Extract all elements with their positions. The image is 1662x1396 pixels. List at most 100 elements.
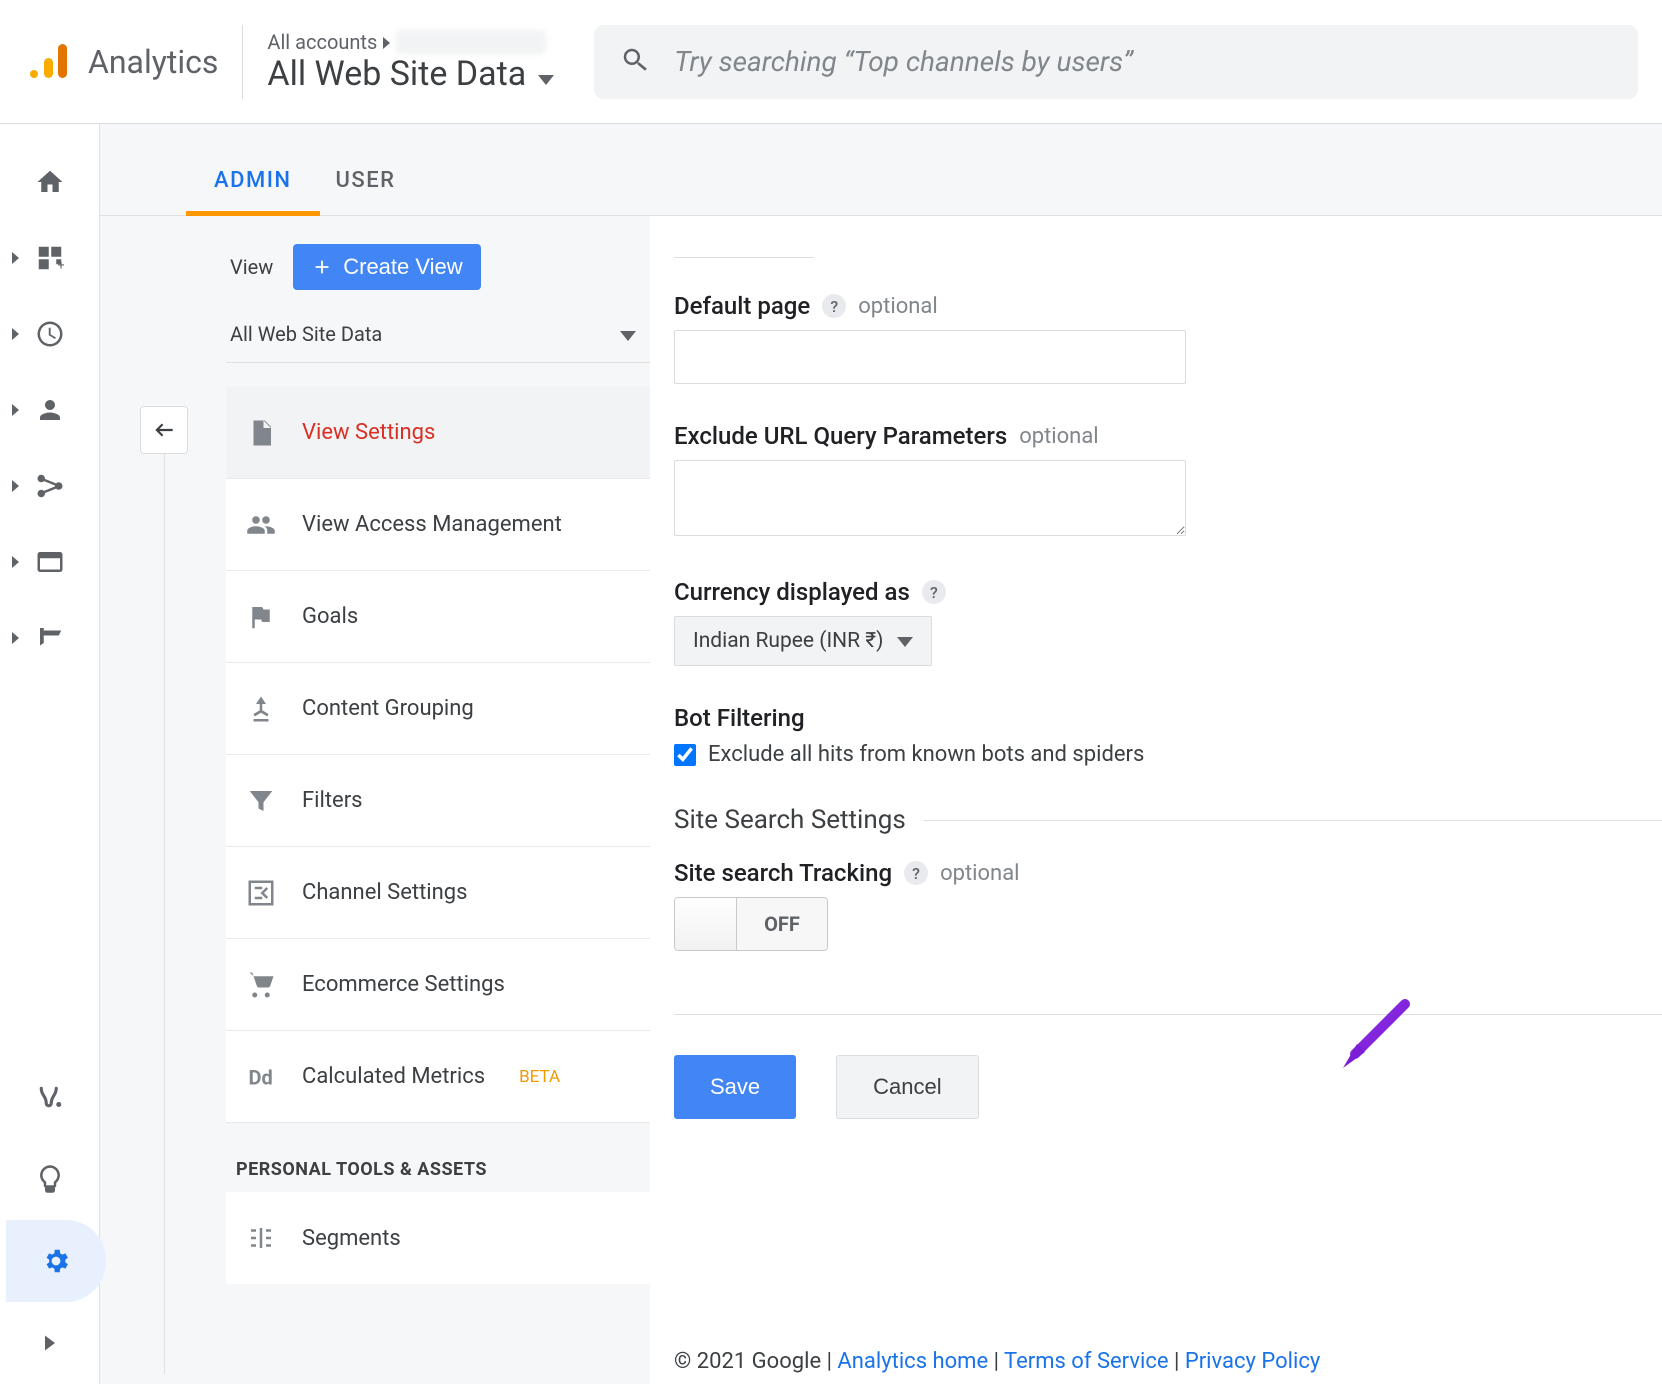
back-button[interactable] (140, 406, 188, 454)
grouping-icon (246, 694, 276, 724)
account-breadcrumb: All accounts (267, 30, 554, 54)
site-search-section-title: Site Search Settings (674, 805, 1662, 835)
search-icon (620, 45, 650, 79)
footer-terms-link[interactable]: Terms of Service (1004, 1349, 1169, 1374)
toggle-knob (675, 898, 737, 950)
bot-filtering-label: Bot Filtering (674, 704, 805, 732)
bot-filtering-checkbox-row[interactable]: Exclude all hits from known bots and spi… (674, 742, 1662, 767)
nav-conversions[interactable] (0, 600, 100, 676)
create-view-button[interactable]: Create View (293, 244, 480, 290)
default-page-input[interactable] (674, 330, 1186, 384)
help-icon[interactable]: ? (922, 580, 946, 604)
menu-label: View Settings (302, 420, 435, 445)
toggle-state: OFF (737, 898, 827, 950)
people-icon (246, 510, 276, 540)
save-button[interactable]: Save (674, 1055, 796, 1119)
menu-label: Filters (302, 788, 363, 813)
account-selector[interactable]: All accounts All Web Site Data (267, 25, 554, 99)
menu-label: Goals (302, 604, 358, 629)
menu-label: Content Grouping (302, 696, 474, 721)
nav-home[interactable] (0, 144, 100, 220)
page-footer: © 2021 Google | Analytics home | Terms o… (674, 1349, 1320, 1374)
menu-channel-settings[interactable]: Channel Settings (226, 847, 650, 939)
site-search-toggle[interactable]: OFF (674, 897, 828, 951)
bot-filtering-checkbox[interactable] (674, 744, 696, 766)
menu-ecommerce-settings[interactable]: Ecommerce Settings (226, 939, 650, 1031)
svg-text:+: + (57, 258, 64, 273)
menu-label: Ecommerce Settings (302, 972, 505, 997)
settings-form-panel: Default page ? optional Exclude URL Quer… (650, 216, 1662, 1384)
property-name: All Web Site Data (267, 54, 526, 94)
search-bar[interactable]: Try searching “Top channels by users” (594, 25, 1638, 99)
footer-copyright: © 2021 Google (674, 1349, 821, 1374)
currency-value: Indian Rupee (INR ₹) (693, 629, 883, 653)
footer-privacy-link[interactable]: Privacy Policy (1185, 1349, 1320, 1374)
analytics-logo-icon (24, 36, 72, 88)
tab-user[interactable]: USER (314, 168, 418, 215)
optional-hint: optional (940, 861, 1019, 886)
section-divider (924, 820, 1662, 821)
exclude-params-input[interactable] (674, 460, 1186, 536)
bot-filtering-text: Exclude all hits from known bots and spi… (708, 742, 1144, 767)
nav-admin[interactable] (6, 1220, 106, 1302)
tab-admin[interactable]: ADMIN (192, 168, 314, 215)
menu-content-grouping[interactable]: Content Grouping (226, 663, 650, 755)
optional-hint: optional (1019, 424, 1098, 449)
expand-icon (12, 325, 19, 344)
menu-calculated-metrics[interactable]: Dd Calculated Metrics BETA (226, 1031, 650, 1123)
section-title-text: Site Search Settings (674, 805, 906, 835)
column-spine (100, 216, 180, 1384)
site-search-label: Site search Tracking (674, 859, 892, 887)
field-bot-filtering: Bot Filtering Exclude all hits from know… (674, 704, 1662, 767)
expand-icon (12, 477, 19, 496)
help-icon[interactable]: ? (822, 294, 846, 318)
selected-view-name: All Web Site Data (230, 322, 382, 346)
nav-audience[interactable] (0, 372, 100, 448)
menu-goals[interactable]: Goals (226, 571, 650, 663)
field-default-page: Default page ? optional (674, 292, 1662, 384)
exclude-params-label: Exclude URL Query Parameters (674, 422, 1007, 450)
currency-dropdown[interactable]: Indian Rupee (INR ₹) (674, 616, 932, 666)
optional-hint: optional (858, 294, 937, 319)
chevron-right-icon (383, 30, 390, 54)
menu-view-settings[interactable]: View Settings (226, 387, 650, 479)
channel-icon (246, 878, 276, 908)
form-actions: Save Cancel (674, 1014, 1662, 1119)
menu-label: Segments (302, 1226, 401, 1251)
document-icon (246, 418, 276, 448)
breadcrumb-root: All accounts (267, 30, 377, 54)
nav-attribution[interactable] (0, 1056, 100, 1138)
nav-collapse[interactable] (0, 1302, 100, 1384)
chevron-down-icon (538, 54, 554, 94)
nav-behavior[interactable] (0, 524, 100, 600)
nav-realtime[interactable] (0, 296, 100, 372)
menu-segments[interactable]: Segments (226, 1192, 650, 1284)
menu-label: Calculated Metrics (302, 1064, 485, 1089)
view-panel: View Create View All Web Site Data View … (180, 216, 650, 1384)
nav-customization[interactable]: + (0, 220, 100, 296)
default-page-label: Default page (674, 292, 810, 320)
expand-icon (12, 553, 19, 572)
view-panel-header: View Create View (226, 244, 650, 290)
svg-text:Dd: Dd (249, 1065, 273, 1089)
logo-area: Analytics (24, 25, 243, 99)
beta-badge: BETA (519, 1067, 560, 1087)
product-name: Analytics (88, 43, 218, 81)
menu-filters[interactable]: Filters (226, 755, 650, 847)
admin-tabs: ADMIN USER (100, 124, 1662, 216)
top-header: Analytics All accounts All Web Site Data… (0, 0, 1662, 124)
footer-analytics-home-link[interactable]: Analytics home (837, 1349, 988, 1374)
menu-view-access[interactable]: View Access Management (226, 479, 650, 571)
field-site-search-tracking: Site search Tracking ? optional OFF (674, 859, 1662, 954)
cancel-button[interactable]: Cancel (836, 1055, 978, 1119)
expand-icon (12, 401, 19, 420)
nav-discover[interactable] (0, 1138, 100, 1220)
view-select-dropdown[interactable]: All Web Site Data (226, 312, 650, 363)
property-selector[interactable]: All Web Site Data (267, 54, 554, 94)
help-icon[interactable]: ? (904, 861, 928, 885)
chevron-down-icon (897, 629, 913, 653)
nav-acquisition[interactable] (0, 448, 100, 524)
prior-field-edge (674, 256, 814, 258)
chevron-down-icon (620, 322, 636, 346)
expand-icon (12, 629, 19, 648)
